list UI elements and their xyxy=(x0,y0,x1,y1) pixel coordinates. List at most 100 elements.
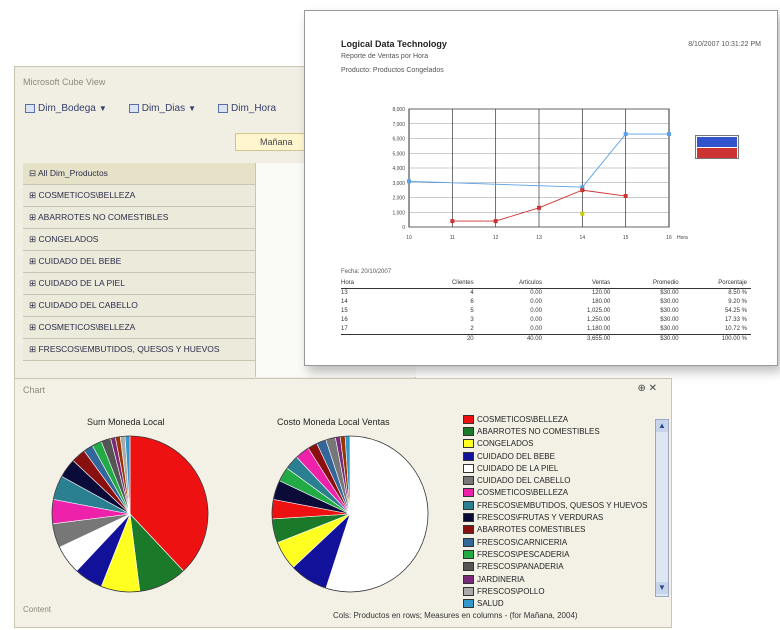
row-label: CONGELADOS xyxy=(38,234,99,244)
legend-item: FRESCOS\POLLO xyxy=(463,585,643,597)
legend-item: FRESCOS\CARNICERIA xyxy=(463,536,643,548)
table-cell: $30.00 xyxy=(660,336,679,342)
legend-label: ABARROTES COMESTIBLES xyxy=(477,525,586,535)
row-headers: ⊟ All Dim_Productos ⊞ COSMETICOS\BELLEZA… xyxy=(23,163,255,361)
dimension-icon xyxy=(128,104,139,113)
row-label: All Dim_Productos xyxy=(38,168,108,178)
column-header: Ventas xyxy=(591,280,611,286)
data-point xyxy=(450,219,455,224)
legend-swatch xyxy=(463,451,474,461)
legend-swatch xyxy=(463,463,474,473)
legend-swatch xyxy=(463,500,474,510)
table-cell xyxy=(341,335,409,344)
row-item-all[interactable]: ⊟ All Dim_Productos xyxy=(23,163,255,185)
legend-label: CONGELADOS xyxy=(477,439,534,449)
scroll-up-icon[interactable]: ▲ xyxy=(656,420,668,432)
legend-item: CUIDADO DEL BEBE xyxy=(463,450,643,462)
table-cell: 13 xyxy=(341,290,348,296)
table-cell: 100.00 % xyxy=(721,336,747,342)
column-header: Promedio xyxy=(652,280,679,286)
legend-swatch xyxy=(463,513,474,523)
y-tick-label: 0 xyxy=(402,225,405,231)
y-tick-label: 5,000 xyxy=(392,151,405,157)
legend-label: FRESCOS\CARNICERIA xyxy=(477,537,568,547)
table-cell: 0.00 xyxy=(530,308,542,314)
legend-label: FRESCOS\PESCADERIA xyxy=(477,549,570,559)
legend-item: FRESCOS\PANADERIA xyxy=(463,561,643,573)
legend-label: COSMETICOS\BELLEZA xyxy=(477,414,569,424)
table-cell: 3 xyxy=(470,317,474,323)
legend-item: CUIDADO DEL CABELLO xyxy=(463,474,643,486)
table-total-row: 20 40.00 3,655.00 $30.00 100.00 % xyxy=(341,334,751,344)
row-item[interactable]: ⊞ CUIDADO DEL CABELLO xyxy=(23,295,255,317)
table-cell: 15 xyxy=(341,308,348,314)
table-cell: 14 xyxy=(341,299,348,305)
x-tick-label: 10 xyxy=(406,235,412,241)
table-cell: $30.00 xyxy=(660,308,679,314)
legend-label: FRESCOS\FRUTAS Y VERDURAS xyxy=(477,513,604,523)
dimension-toolbar: Dim_Bodega ▼ Dim_Dias ▼ Dim_Hora xyxy=(25,103,276,114)
panel-title: Microsoft Cube View xyxy=(23,77,106,87)
row-item[interactable]: ⊞ FRESCOS\EMBUTIDOS, QUESOS Y HUEVOS xyxy=(23,339,255,361)
legend-item: CUIDADO DE LA PIEL xyxy=(463,462,643,474)
row-label: COSMETICOS\BELLEZA xyxy=(38,322,136,332)
y-tick-label: 7,000 xyxy=(392,122,405,128)
expand-icon: ⊟ xyxy=(29,168,39,178)
legend-label: SALUD xyxy=(477,599,504,609)
dimension-dropdown-hora[interactable]: Dim_Hora xyxy=(218,103,276,114)
data-point xyxy=(407,179,411,184)
y-tick-label: 4,000 xyxy=(392,166,405,172)
legend-swatch xyxy=(697,148,737,158)
legend-item: FRESCOS\EMBUTIDOS, QUESOS Y HUEVOS xyxy=(463,499,647,511)
row-item[interactable]: ⊞ COSMETICOS\BELLEZA xyxy=(23,185,255,207)
table-cell: 1,025.00 xyxy=(586,308,611,314)
chevron-down-icon: ▼ xyxy=(98,104,107,113)
legend-scrollbar[interactable]: ▲ ▼ xyxy=(655,419,669,597)
pie-chart-sum xyxy=(51,435,209,593)
row-label: FRESCOS\EMBUTIDOS, QUESOS Y HUEVOS xyxy=(38,344,220,354)
row-item[interactable]: ⊞ COSMETICOS\BELLEZA xyxy=(23,317,255,339)
y-tick-label: 3,000 xyxy=(392,181,405,187)
legend-swatch xyxy=(463,549,474,559)
table-cell: 4 xyxy=(470,290,474,296)
pie-legend: COSMETICOS\BELLEZA ABARROTES NO COMESTIBL… xyxy=(463,413,647,610)
table-cell: 40.00 xyxy=(526,336,542,342)
row-label: CUIDADO DEL CABELLO xyxy=(38,300,138,310)
x-tick-label: 14 xyxy=(580,235,586,241)
x-tick-label: 12 xyxy=(493,235,499,241)
legend-swatch xyxy=(463,574,474,584)
table-cell: 9.20 % xyxy=(728,299,747,305)
table-cell: $30.00 xyxy=(660,317,679,323)
chart-panel: Chart ⊕ ✕ Sum Moneda Local Costo Moneda … xyxy=(14,378,672,628)
table-cell: 3,655.00 xyxy=(586,336,611,342)
chevron-down-icon: ▼ xyxy=(188,104,196,113)
report-filter: Producto: Productos Congelados xyxy=(341,67,444,74)
row-item[interactable]: ⊞ ABARROTES NO COMESTIBLES xyxy=(23,207,255,229)
row-item[interactable]: ⊞ CONGELADOS xyxy=(23,229,255,251)
legend-item: ABARROTES NO COMESTIBLES xyxy=(463,425,643,437)
report-company: Logical Data Technology xyxy=(341,39,447,49)
dimension-label: Dim_Dias xyxy=(141,103,186,114)
report-table: Hora Clientes Articulos Ventas Promedio … xyxy=(341,279,751,344)
dimension-dropdown-bodega[interactable]: Dim_Bodega ▼ xyxy=(25,103,107,114)
dimension-dropdown-dias[interactable]: Dim_Dias ▼ xyxy=(128,103,196,114)
legend-label: FRESCOS\PANADERIA xyxy=(477,562,564,572)
column-header: Articulos xyxy=(518,280,542,286)
table-cell: 0.00 xyxy=(530,299,542,305)
legend-swatch xyxy=(463,476,474,486)
table-cell: 5 xyxy=(470,308,474,314)
table-row: 15 5 0.00 1,025.00 $30.00 54.25 % xyxy=(341,307,751,316)
scroll-down-icon[interactable]: ▼ xyxy=(656,582,668,594)
table-cell: 180.00 xyxy=(591,299,611,305)
row-item[interactable]: ⊞ CUIDADO DE LA PIEL xyxy=(23,273,255,295)
table-cell: 1,180.00 xyxy=(586,326,611,332)
footer-left-label: Content xyxy=(23,605,52,614)
panel-controls[interactable]: ⊕ ✕ xyxy=(637,383,657,394)
legend-swatch xyxy=(463,488,474,498)
line-chart: 0 1,000 2,000 3,000 4,000 5,000 6,000 7,000 8,00… xyxy=(392,107,688,241)
row-label: CUIDADO DE LA PIEL xyxy=(38,278,125,288)
row-item[interactable]: ⊞ CUIDADO DEL BEBE xyxy=(23,251,255,273)
legend-item: FRESCOS\FRUTAS Y VERDURAS xyxy=(463,511,643,523)
column-header: Porcentaje xyxy=(718,280,747,286)
table-cell: 17.33 % xyxy=(724,317,747,323)
